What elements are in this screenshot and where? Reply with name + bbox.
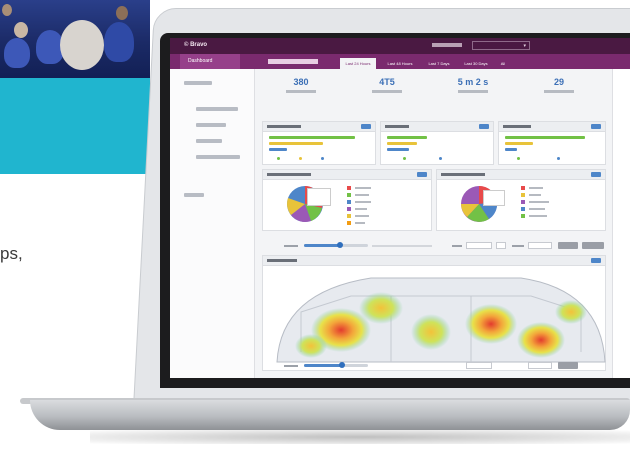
heatmap-time-slider[interactable]: [304, 362, 368, 368]
app-subbar: Dashboard Last 24 Hours Last 48 Hours La…: [170, 54, 630, 69]
chevron-down-icon: ▾: [523, 43, 526, 49]
tab-last-7-days[interactable]: Last 7 Days: [424, 58, 454, 69]
heatmap-card: [262, 255, 606, 371]
time-slider[interactable]: [304, 242, 368, 248]
bar-card-3: [498, 121, 606, 165]
kpi-3-value: 5 m 2 s: [457, 77, 489, 87]
heatmap-date-select[interactable]: [466, 362, 492, 369]
range-select[interactable]: [528, 242, 552, 249]
kpi-2: 4T5: [348, 77, 426, 93]
sidebar-item-logout[interactable]: [184, 193, 204, 197]
export-button[interactable]: [582, 242, 604, 249]
kpi-1-value: 380: [293, 77, 309, 87]
tab-last-30-days[interactable]: Last 30 Days: [460, 58, 492, 69]
apply-button[interactable]: [558, 242, 578, 249]
sidebar-item-history[interactable]: [196, 139, 222, 143]
heatmap-apply-button[interactable]: [558, 362, 578, 369]
pie-card-1: [262, 169, 432, 231]
pie-card-2: [436, 169, 606, 231]
sidebar-item-top-venues[interactable]: [196, 155, 240, 159]
dashboard-button[interactable]: Dashboard: [180, 54, 240, 69]
date-dropdown-button[interactable]: [496, 242, 506, 249]
tab-last-48-hours[interactable]: Last 48 Hours: [382, 58, 418, 69]
kpi-1: 380: [262, 77, 340, 93]
card-action-button[interactable]: [591, 258, 601, 263]
date-select[interactable]: [466, 242, 492, 249]
right-panel: [612, 69, 630, 378]
heatmap-range-select[interactable]: [528, 362, 552, 369]
tab-all[interactable]: All: [496, 58, 510, 69]
cyan-panel: [0, 78, 150, 174]
sidebar-item-dwell-time[interactable]: [196, 123, 226, 127]
bar-card-1: [262, 121, 376, 165]
kpi-2-value: 4T5: [379, 77, 395, 87]
kpi-4-value: 29: [553, 77, 564, 87]
tab-last-24-hours[interactable]: Last 24 Hours: [340, 58, 376, 69]
app-logo[interactable]: © Bravo: [184, 42, 207, 48]
page-title: [268, 59, 318, 64]
kpi-4: 29: [520, 77, 598, 93]
card-action-button[interactable]: [479, 124, 489, 129]
slider-knob-icon[interactable]: [337, 242, 343, 248]
bar-card-2: [380, 121, 494, 165]
card-action-button[interactable]: [591, 124, 601, 129]
card-action-button[interactable]: [361, 124, 371, 129]
dashboard-main: 380 4T5 5 m 2 s 29: [256, 69, 608, 378]
account-label: [432, 43, 462, 47]
kpi-3: 5 m 2 s: [434, 77, 512, 93]
card-action-button[interactable]: [417, 172, 427, 177]
audience-photo: [0, 0, 150, 78]
card-action-button[interactable]: [591, 172, 601, 177]
laptop-screen: © Bravo ▾ Dashboard Last 24 Hours Last 4…: [170, 38, 630, 378]
side-copy-text: ps,: [0, 244, 23, 263]
sidebar: [170, 69, 255, 378]
sidebar-item-customer-journey[interactable]: [196, 107, 238, 111]
app-topbar: © Bravo ▾: [170, 38, 630, 54]
user-dropdown[interactable]: ▾: [472, 41, 530, 50]
sidebar-item-reports[interactable]: [184, 81, 212, 85]
slider-knob-icon[interactable]: [339, 362, 345, 368]
laptop-base: [30, 400, 630, 430]
laptop-shadow: [90, 430, 630, 444]
heatmap-icon: [276, 277, 606, 363]
